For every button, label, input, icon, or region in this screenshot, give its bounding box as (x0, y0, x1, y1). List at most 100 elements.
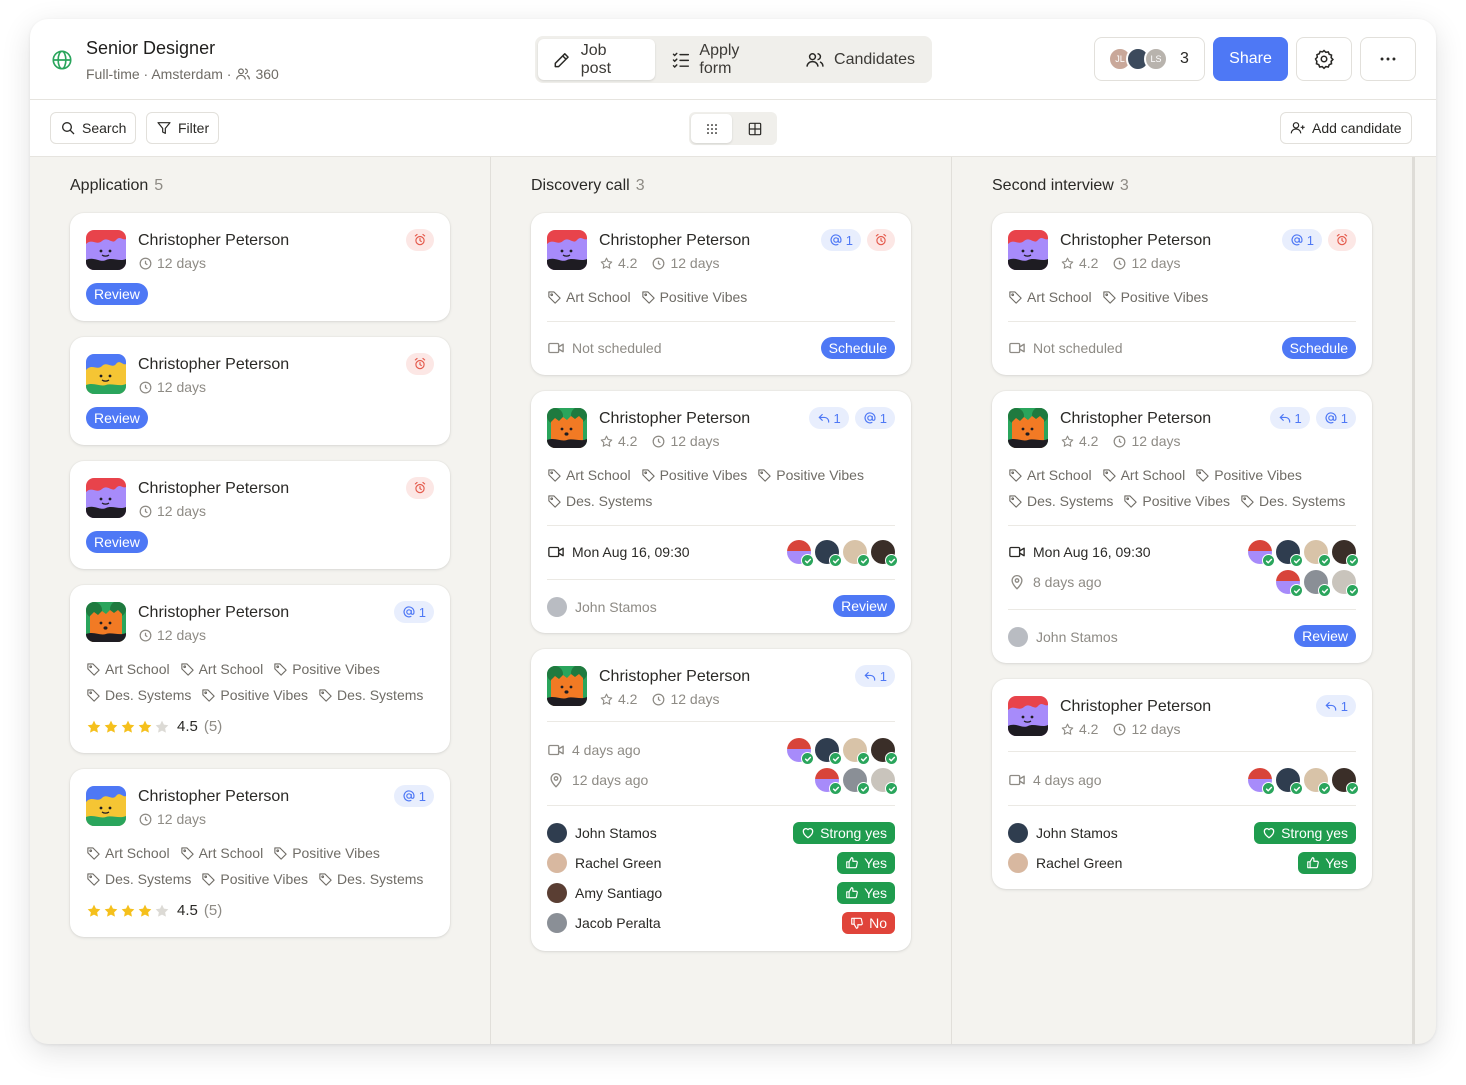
alarm-badge[interactable] (406, 477, 434, 499)
at-icon (864, 412, 876, 424)
clock-icon (1114, 723, 1126, 735)
mention-badge[interactable]: 1 (820, 229, 861, 251)
check-icon (1321, 558, 1328, 563)
tab-candidates[interactable]: Candidates (791, 39, 929, 80)
more-button[interactable] (1360, 37, 1416, 81)
schedule-button[interactable]: Schedule (820, 337, 895, 359)
alarm-clock-icon (414, 481, 426, 494)
candidate-card[interactable]: Christopher Peterson 4.2 12 days 1 4 days… (992, 679, 1372, 889)
check-icon (832, 756, 839, 761)
collaborators[interactable]: JL LS 3 (1094, 37, 1205, 81)
mention-badge[interactable]: 1 (393, 785, 434, 807)
tag-label: Art School (198, 845, 264, 861)
attendee-avatar (787, 738, 814, 765)
reviewer-row: John Stamos (1008, 823, 1118, 843)
candidate-card[interactable]: Christopher Peterson 4.2 12 days 11 Art S… (992, 391, 1372, 663)
filter-button[interactable]: Filter (146, 112, 220, 144)
status-badge[interactable]: Review (86, 283, 148, 305)
thumbs-up-icon (1307, 857, 1319, 869)
reply-icon (1325, 701, 1337, 711)
mention-badge[interactable]: 1 (393, 601, 434, 623)
status-badge[interactable]: Review (1294, 625, 1356, 647)
at-icon (403, 790, 415, 802)
candidate-card[interactable]: Christopher Peterson 12 days 1 Art Schoo… (70, 769, 450, 937)
grid-view-button[interactable] (734, 114, 775, 143)
tag: Des. Systems (1240, 492, 1345, 510)
check-icon (1293, 558, 1300, 563)
tab-apply-form[interactable]: Apply form (657, 39, 789, 80)
attendee-avatar (815, 540, 842, 567)
candidate-card[interactable]: Christopher Peterson 4.2 12 days 1 Art Sc… (992, 213, 1372, 375)
tag-icon (1102, 468, 1116, 482)
badges: 1 (1315, 695, 1356, 717)
status-badge[interactable]: Review (86, 531, 148, 553)
tab-job-post[interactable]: Job post (538, 39, 655, 80)
share-button[interactable]: Share (1213, 37, 1288, 81)
tag-icon (87, 688, 100, 702)
column-title: Discovery call 3 (531, 177, 645, 194)
board-scrollbar[interactable] (1412, 157, 1415, 1044)
tag-icon (1009, 468, 1022, 482)
avatar (1008, 230, 1048, 270)
reply-badge[interactable]: 1 (854, 665, 895, 687)
divider (547, 321, 895, 322)
attendee-avatar (1304, 540, 1331, 567)
alarm-clock-icon (414, 357, 426, 370)
tag-label: Art School (566, 289, 631, 305)
tag-icon (548, 290, 561, 304)
attendee-avatar (815, 738, 842, 765)
add-candidate-button[interactable]: Add candidate (1280, 112, 1412, 144)
reply-badge[interactable]: 1 (1315, 695, 1356, 717)
divider (547, 721, 895, 722)
board-view-button[interactable] (691, 114, 732, 143)
candidate-card[interactable]: Christopher Peterson 4.2 12 days 1 Art Sc… (531, 213, 911, 375)
status-badge[interactable]: Review (833, 595, 895, 617)
clock-icon (1114, 435, 1126, 447)
at-icon (1325, 412, 1337, 424)
attendee-avatar (1332, 768, 1359, 795)
tag-icon (180, 662, 194, 676)
candidate-card[interactable]: Christopher Peterson 12 days Review (70, 461, 450, 569)
tag-icon (1124, 494, 1138, 508)
candidate-meta: 12 days (138, 379, 206, 395)
tag: Art School (547, 288, 631, 306)
alarm-badge[interactable] (867, 229, 895, 251)
candidate-card[interactable]: Christopher Peterson 12 days 1 Art Schoo… (70, 585, 450, 753)
mention-badge[interactable]: 1 (1281, 229, 1322, 251)
tag: Art School (86, 844, 170, 862)
status-badge[interactable]: Review (86, 407, 148, 429)
mention-badge[interactable]: 1 (1315, 407, 1356, 429)
search-button[interactable]: Search (50, 112, 137, 144)
alarm-badge[interactable] (406, 229, 434, 251)
verdict-badge: No (842, 912, 895, 934)
settings-button[interactable] (1296, 37, 1352, 81)
tag-label: Art School (566, 467, 631, 483)
candidate-card[interactable]: Christopher Peterson 12 days Review (70, 213, 450, 321)
check-icon (1349, 588, 1356, 593)
reply-badge[interactable]: 1 (808, 407, 849, 429)
tag-label: Des. Systems (566, 493, 653, 509)
clock-icon (653, 435, 665, 447)
alarm-badge[interactable] (406, 353, 434, 375)
toolbar: Search Filter Add candidate (30, 100, 1436, 157)
avatar (86, 478, 126, 518)
star-filled-icon (121, 904, 135, 917)
attendee-avatars (815, 768, 898, 795)
mention-badge[interactable]: 1 (854, 407, 895, 429)
video-icon (548, 744, 564, 756)
candidate-card[interactable]: Christopher Peterson 12 days Review (70, 337, 450, 445)
tag-icon (319, 872, 332, 886)
verdict-badge: Yes (837, 852, 895, 874)
alarm-badge[interactable] (1328, 229, 1356, 251)
candidate-card[interactable]: Christopher Peterson 4.2 12 days 1 4 days… (531, 649, 911, 951)
avatar (1008, 408, 1048, 448)
tag-label: Art School (105, 845, 170, 861)
candidate-meta: 12 days (138, 503, 206, 519)
rating: 4.5 (5) (86, 902, 222, 919)
divider (547, 805, 895, 806)
reply-badge[interactable]: 1 (1269, 407, 1310, 429)
candidate-card[interactable]: Christopher Peterson 4.2 12 days 11 Art S… (531, 391, 911, 633)
divider (1008, 525, 1356, 526)
tag: Positive Vibes (757, 466, 864, 484)
schedule-button[interactable]: Schedule (1281, 337, 1356, 359)
